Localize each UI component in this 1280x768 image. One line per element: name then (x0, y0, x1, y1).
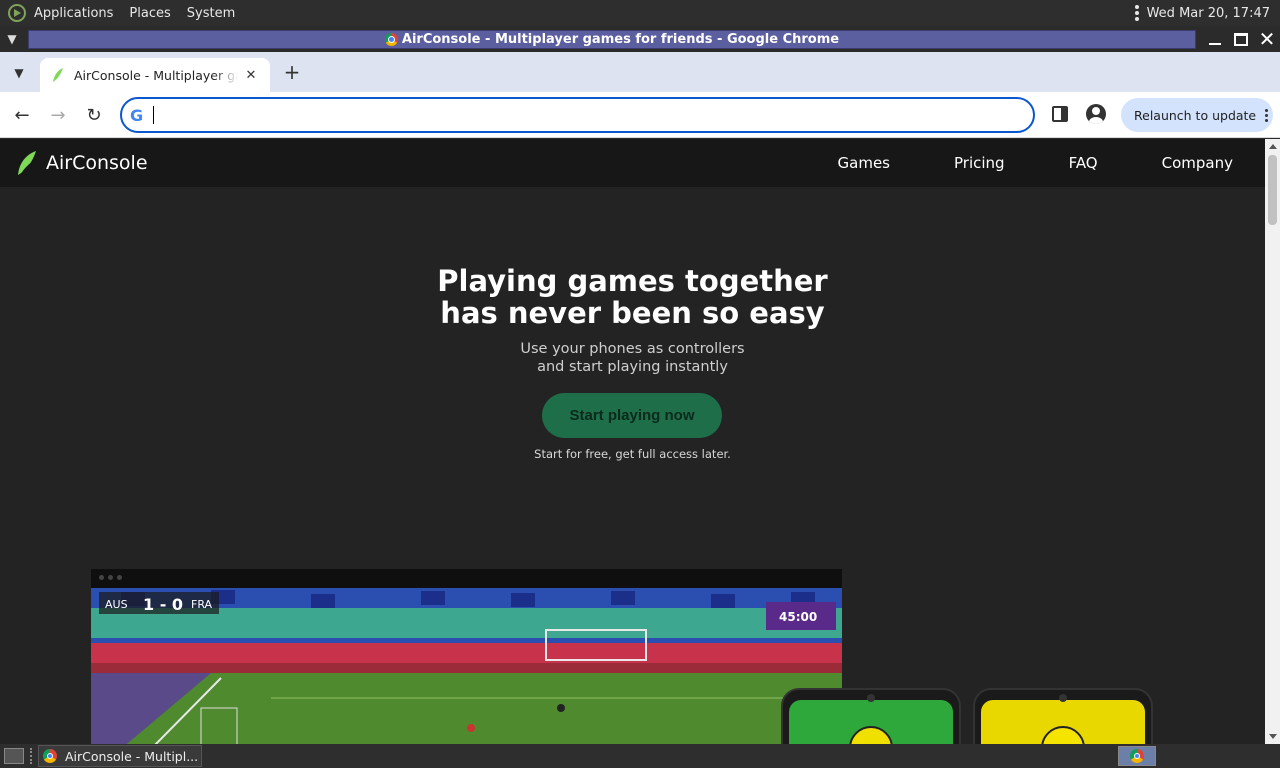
relaunch-label: Relaunch to update (1134, 107, 1257, 123)
tab-strip: ▼ AirConsole - Multiplayer games for fri… (0, 52, 1280, 92)
page-viewport: AirConsole Games Pricing FAQ Company Pla… (0, 139, 1265, 744)
phone-controller-green (781, 688, 961, 744)
relaunch-to-update-button[interactable]: Relaunch to update (1121, 98, 1273, 132)
tab-title: AirConsole - Multiplayer games for frien… (74, 67, 238, 83)
top-panel: Applications Places System Wed Mar 20, 1… (0, 0, 1280, 26)
chrome-icon (43, 749, 57, 763)
menu-applications[interactable]: Applications (34, 6, 113, 21)
hero-title-line1: Playing games together (437, 264, 828, 298)
back-arrow-icon: ← (14, 104, 30, 126)
site-logo[interactable]: AirConsole (16, 150, 148, 176)
logo-text: AirConsole (46, 152, 148, 174)
start-playing-button[interactable]: Start playing now (542, 393, 722, 438)
menu-system[interactable]: System (187, 6, 235, 21)
nav-company[interactable]: Company (1162, 154, 1233, 172)
tab-airconsole[interactable]: AirConsole - Multiplayer games for frien… (40, 58, 270, 92)
reload-icon: ↻ (86, 104, 102, 126)
taskbar-chrome-window[interactable]: AirConsole - Multipl... (38, 745, 202, 767)
nav-pricing[interactable]: Pricing (954, 154, 1005, 172)
google-icon: G (130, 105, 144, 125)
distro-logo-icon[interactable] (8, 4, 26, 22)
window-titlebar: ▼ AirConsole - Multiplayer games for fri… (0, 26, 1280, 52)
maximize-button[interactable] (1228, 26, 1254, 52)
close-icon: ✕ (1258, 27, 1276, 51)
chrome-icon (384, 33, 398, 46)
chrome-icon (1130, 749, 1144, 763)
panel-menu-icon[interactable] (1134, 5, 1139, 21)
tab-search-button[interactable]: ▼ (8, 62, 30, 84)
page-scrollbar[interactable] (1265, 139, 1280, 744)
team-left-label: AUS (105, 598, 128, 611)
window-title-text: AirConsole - Multiplayer games for frien… (401, 32, 840, 47)
phone-camera (1059, 694, 1067, 702)
close-window-button[interactable]: ✕ (1254, 26, 1280, 52)
scroll-up-icon[interactable] (1269, 144, 1277, 149)
nav-games[interactable]: Games (838, 154, 890, 172)
phone-camera (867, 694, 875, 702)
clock[interactable]: Wed Mar 20, 17:47 (1147, 6, 1270, 21)
game-preview: AUS 1 - 0 FRA 45:00 (91, 569, 842, 744)
team-right-label: FRA (191, 598, 213, 611)
menu-places[interactable]: Places (129, 6, 170, 21)
hero-subtitle-line2: and start playing instantly (537, 359, 728, 375)
score-label: 1 - 0 (143, 595, 183, 614)
bottom-taskbar: AirConsole - Multipl... (0, 744, 1280, 768)
airconsole-logo-icon (18, 151, 36, 175)
forward-button[interactable]: → (46, 103, 70, 127)
taskbar-task-label: AirConsole - Multipl... (65, 748, 199, 764)
new-tab-button[interactable]: + (280, 61, 304, 85)
window-dots (99, 575, 122, 580)
forward-arrow-icon: → (50, 104, 66, 126)
side-panel-icon[interactable] (1052, 106, 1068, 122)
airconsole-favicon-icon (53, 68, 63, 83)
workspace-switcher[interactable] (1118, 746, 1156, 766)
nav-faq[interactable]: FAQ (1069, 154, 1098, 172)
chevron-down-icon: ▼ (14, 66, 24, 80)
minimize-button[interactable] (1202, 26, 1228, 52)
scrollbar-thumb[interactable] (1268, 155, 1277, 225)
tab-close-icon[interactable]: ✕ (242, 68, 260, 83)
address-bar[interactable]: G (120, 97, 1035, 133)
browser-toolbar: ← → ↻ G Relaunch to update (0, 92, 1280, 138)
hero-subtitle: Use your phones as controllers and start… (0, 340, 1265, 376)
plus-icon: + (283, 60, 301, 84)
phone-controller-yellow (973, 688, 1153, 744)
taskbar-separator (30, 748, 34, 764)
window-menu-button[interactable]: ▼ (0, 26, 24, 52)
game-clock-label: 45:00 (779, 610, 817, 624)
minimize-icon (1209, 43, 1221, 45)
hero-subtitle-line1: Use your phones as controllers (520, 341, 745, 357)
window-title[interactable]: AirConsole - Multiplayer games for frien… (28, 30, 1196, 49)
cta-note: Start for free, get full access later. (534, 447, 731, 461)
text-caret (153, 106, 155, 124)
site-navbar: AirConsole Games Pricing FAQ Company (0, 139, 1265, 187)
reload-button[interactable]: ↻ (82, 103, 106, 127)
game-screenshot: AUS 1 - 0 FRA 45:00 (91, 588, 842, 744)
more-menu-icon (1265, 108, 1269, 122)
hero-title-line2: has never been so easy (440, 296, 825, 330)
scroll-down-icon[interactable] (1269, 734, 1277, 739)
profile-avatar-icon[interactable] (1086, 104, 1106, 124)
show-desktop-icon[interactable] (4, 748, 24, 764)
back-button[interactable]: ← (10, 103, 34, 127)
maximize-icon (1234, 32, 1248, 46)
hero-title: Playing games together has never been so… (0, 265, 1265, 329)
